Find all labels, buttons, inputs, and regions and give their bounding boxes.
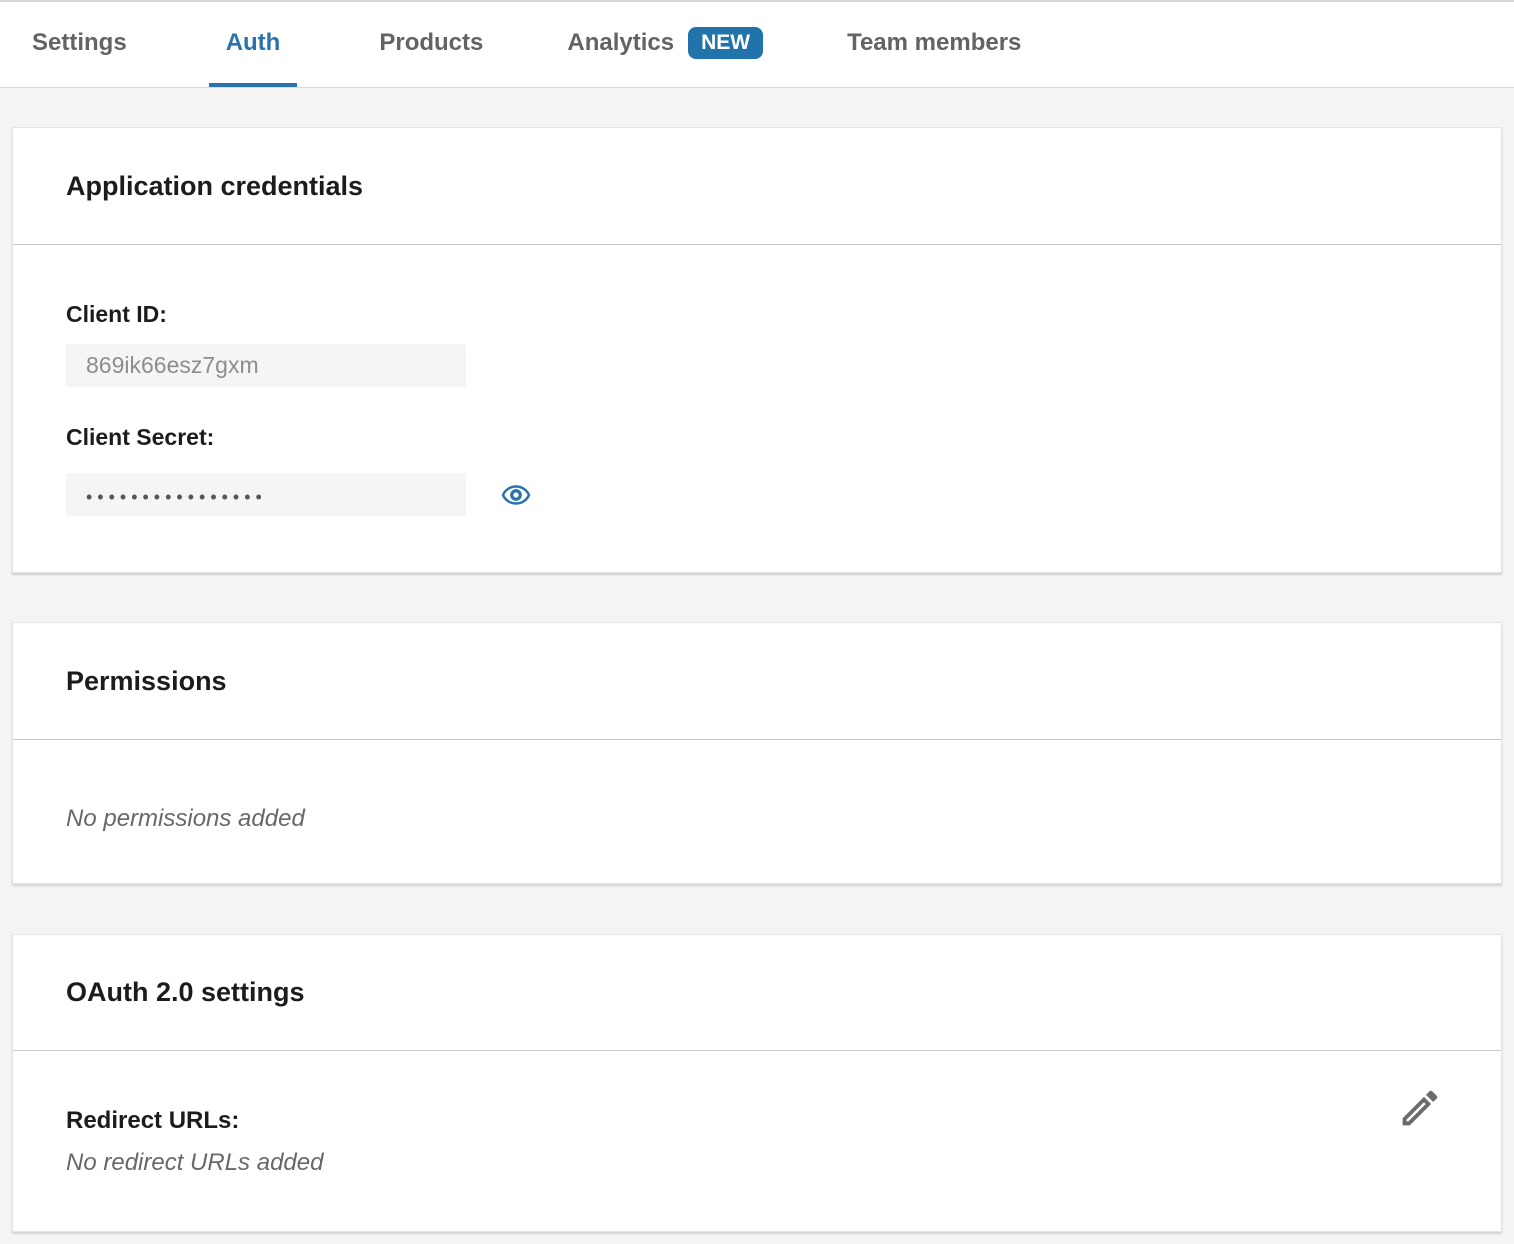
- tab-analytics-label: Analytics: [567, 29, 674, 57]
- client-secret-field[interactable]: ••••••••••••••••: [66, 473, 466, 516]
- tab-settings[interactable]: Settings: [30, 2, 129, 87]
- permissions-body: No permissions added: [13, 740, 1501, 834]
- tab-settings-label: Settings: [32, 29, 127, 57]
- main-content: Application credentials Client ID: 869ik…: [0, 88, 1514, 1244]
- pencil-icon: [1397, 1085, 1443, 1131]
- permissions-title: Permissions: [66, 666, 227, 697]
- tab-team-members-label: Team members: [847, 29, 1021, 57]
- no-redirect-urls-text: No redirect URLs added: [66, 1148, 1448, 1178]
- application-credentials-header: Application credentials: [13, 128, 1501, 245]
- tab-bar: Settings Auth Products Analytics NEW Tea…: [0, 0, 1514, 88]
- oauth-settings-title: OAuth 2.0 settings: [66, 977, 305, 1008]
- tab-auth[interactable]: Auth: [209, 2, 298, 87]
- oauth-settings-header: OAuth 2.0 settings: [13, 935, 1501, 1051]
- application-credentials-body: Client ID: 869ik66esz7gxm Client Secret:…: [13, 245, 1501, 516]
- no-permissions-text: No permissions added: [66, 804, 1448, 834]
- tab-products[interactable]: Products: [377, 2, 485, 87]
- application-credentials-card: Application credentials Client ID: 869ik…: [12, 127, 1502, 573]
- tab-analytics[interactable]: Analytics NEW: [565, 2, 765, 87]
- client-id-label: Client ID:: [66, 300, 1448, 328]
- permissions-header: Permissions: [13, 623, 1501, 740]
- client-id-field[interactable]: 869ik66esz7gxm: [66, 344, 466, 387]
- tab-team-members[interactable]: Team members: [845, 2, 1023, 87]
- reveal-secret-button[interactable]: [497, 476, 535, 514]
- edit-redirect-urls-button[interactable]: [1396, 1084, 1444, 1132]
- oauth-settings-card: OAuth 2.0 settings Redirect URLs: No red…: [12, 934, 1502, 1232]
- client-secret-row: ••••••••••••••••: [66, 473, 1448, 516]
- permissions-card: Permissions No permissions added: [12, 622, 1502, 884]
- oauth-settings-body: Redirect URLs: No redirect URLs added: [13, 1051, 1501, 1178]
- client-secret-label: Client Secret:: [66, 423, 1448, 451]
- redirect-urls-label: Redirect URLs:: [66, 1106, 1448, 1136]
- application-credentials-title: Application credentials: [66, 171, 363, 202]
- eye-icon: [497, 480, 535, 510]
- tab-products-label: Products: [379, 29, 483, 57]
- new-badge: NEW: [688, 27, 763, 59]
- tab-auth-label: Auth: [226, 29, 281, 57]
